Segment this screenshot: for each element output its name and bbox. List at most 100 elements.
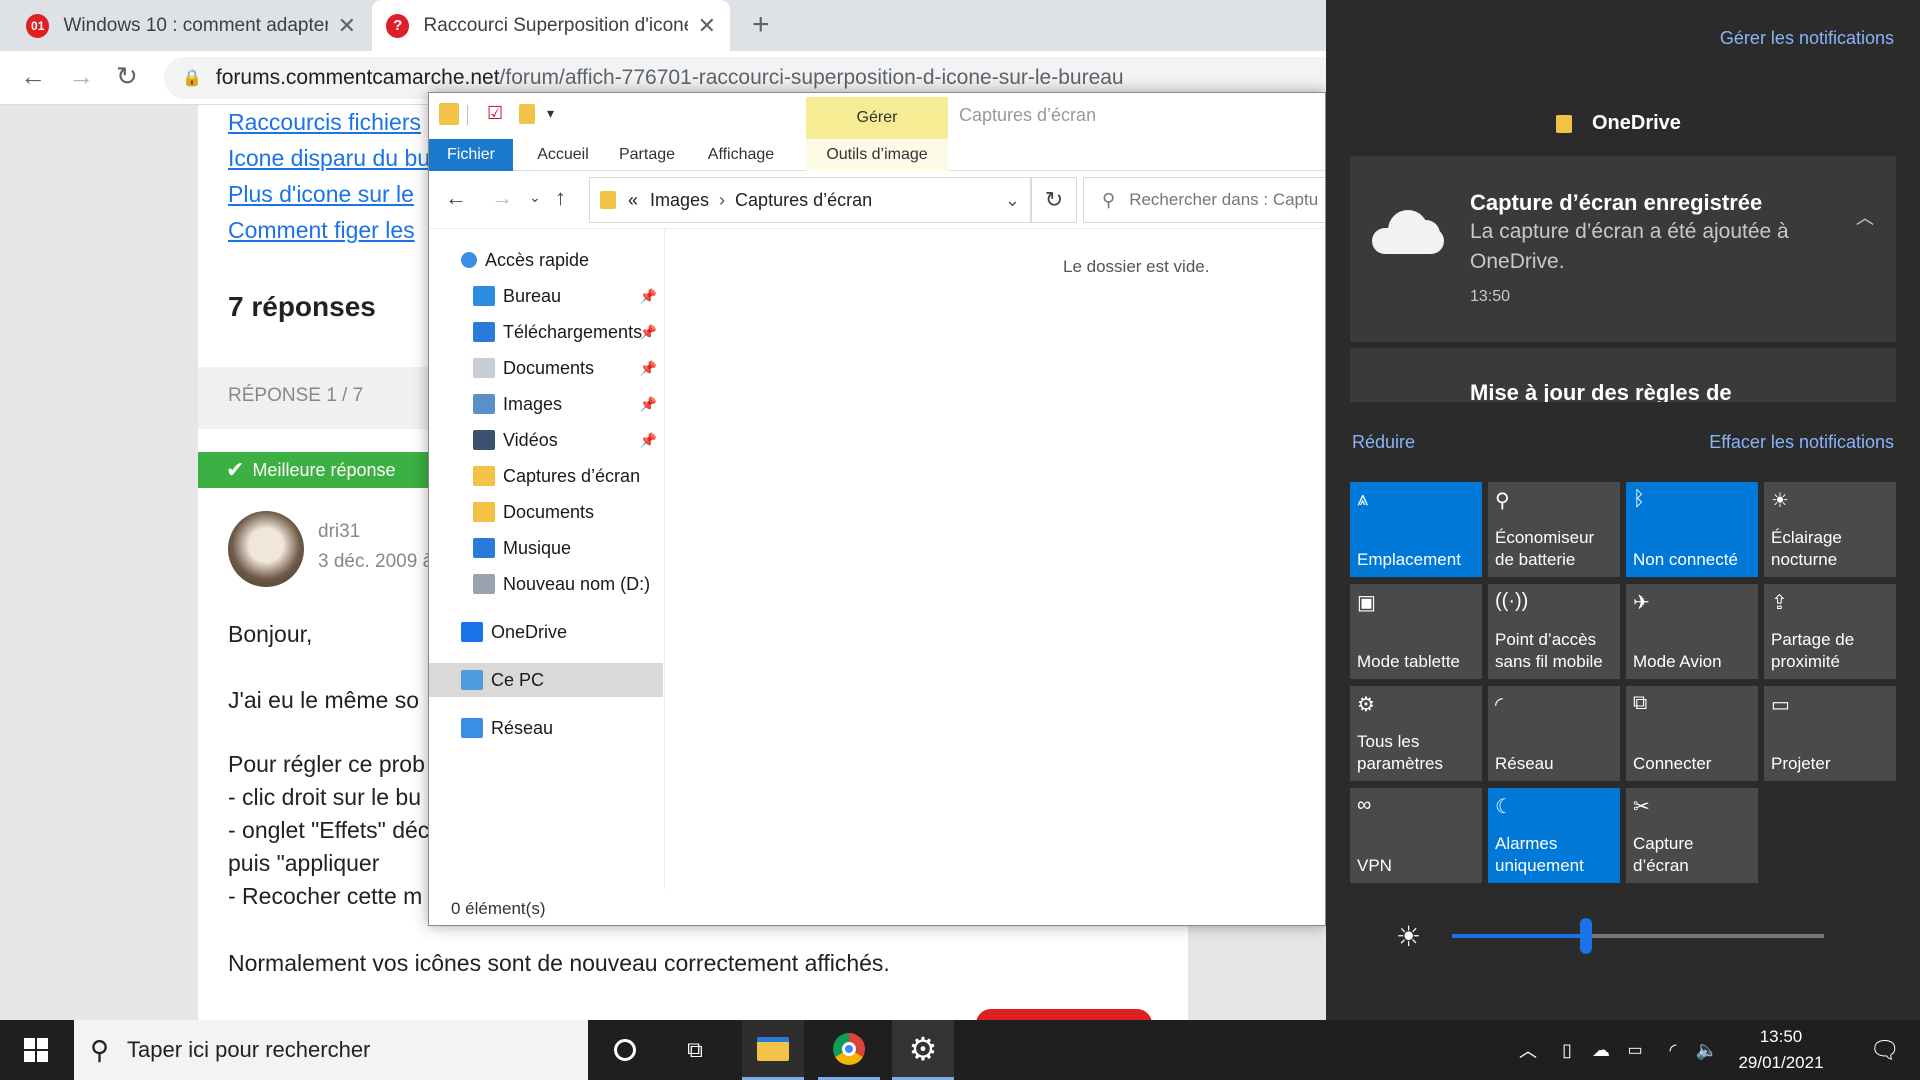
quick-action-tile[interactable]: ⚙ Tous les paramètres [1350, 686, 1482, 781]
nav-item[interactable]: Ce PC [429, 663, 663, 697]
tray-device-icon[interactable]: ▯ [1552, 1020, 1582, 1080]
tray-wifi-icon[interactable]: ◜ [1658, 1020, 1688, 1080]
related-link-2[interactable]: Icone disparu du bu [228, 145, 430, 172]
quick-action-tile[interactable]: ⇪ Partage de proximité [1764, 584, 1896, 679]
quick-action-tile[interactable]: ▭ Projeter [1764, 686, 1896, 781]
pin-icon[interactable]: 📌 [640, 288, 657, 305]
quick-action-tile[interactable]: ▣ Mode tablette [1350, 584, 1482, 679]
brightness-thumb[interactable] [1579, 918, 1592, 954]
tab-affichage[interactable]: Affichage [693, 139, 789, 171]
browser-tab-2[interactable]: ? Raccourci Superposition d'icone ✕ [372, 0, 730, 51]
quick-action-tile[interactable]: ⩓ Emplacement [1350, 482, 1482, 577]
forward-arrow-icon[interactable]: → [68, 61, 94, 92]
back-arrow-icon[interactable]: ← [20, 61, 46, 92]
tab-fichier[interactable]: Fichier [429, 139, 513, 171]
pin-icon[interactable]: 📌 [640, 396, 657, 413]
browser-tab-1[interactable]: 01 Windows 10 : comment adapter l ✕ [12, 0, 370, 51]
recent-dropdown-icon[interactable]: ⌄ [529, 189, 541, 206]
quick-action-tile[interactable]: ⚲ Économiseur de batterie [1488, 482, 1620, 577]
brightness-slider[interactable] [1452, 918, 1824, 954]
address-dropdown-icon[interactable]: ⌄ [1005, 190, 1020, 211]
nav-item[interactable]: Documents [473, 495, 663, 529]
new-folder-icon[interactable] [519, 104, 535, 124]
quick-action-label-line1: Économiseur [1495, 528, 1595, 547]
nav-item[interactable]: Documents 📌 [473, 351, 663, 385]
search-icon: ⚲ [1102, 189, 1116, 210]
nav-item[interactable]: Accès rapide [461, 243, 663, 277]
qat-separator [467, 105, 468, 125]
related-link-1[interactable]: Raccourcis fichiers [228, 109, 421, 136]
breadcrumb-images[interactable]: Images [650, 190, 709, 211]
manage-contextual-tab[interactable]: Gérer [806, 97, 948, 139]
collapse-chevron-icon[interactable]: ︿ [1856, 204, 1874, 230]
download-icon [473, 322, 495, 342]
tab-outils-image[interactable]: Outils d’image [806, 139, 948, 171]
nav-item[interactable]: Vidéos 📌 [473, 423, 663, 457]
task-view-button[interactable]: ⧉ [664, 1020, 726, 1080]
author-name[interactable]: dri31 [318, 521, 360, 543]
notification-card-2[interactable]: Mise à jour des règles de [1350, 348, 1896, 402]
tray-onedrive-icon[interactable]: ☁ [1586, 1020, 1616, 1080]
chevron-up-icon: ︿ [1519, 1041, 1537, 1061]
nav-item[interactable]: Téléchargements 📌 [473, 315, 663, 349]
quick-action-tile[interactable]: ◜ Réseau [1488, 686, 1620, 781]
show-hidden-icons[interactable]: ︿ [1514, 1020, 1542, 1080]
avatar[interactable] [228, 511, 304, 587]
related-link-3[interactable]: Plus d'icone sur le [228, 181, 414, 208]
forward-arrow-icon[interactable]: → [491, 185, 513, 211]
nav-item[interactable]: OneDrive [461, 615, 663, 649]
manage-notifications-link[interactable]: Gérer les notifications [1720, 28, 1894, 49]
nav-item[interactable]: Images 📌 [473, 387, 663, 421]
explorer-address-bar[interactable]: « Images › Captures d’écran ⌄ [589, 177, 1031, 223]
qat-dropdown-icon[interactable]: ▾ [547, 105, 554, 122]
nav-item-label: OneDrive [491, 621, 568, 642]
taskbar-settings[interactable]: ⚙ [892, 1020, 954, 1080]
tab-accueil[interactable]: Accueil [521, 139, 605, 171]
taskbar-file-explorer[interactable] [742, 1020, 804, 1080]
notification-card[interactable]: Capture d’écran enregistrée La capture d… [1350, 156, 1896, 342]
pin-icon[interactable]: 📌 [640, 432, 657, 449]
onedrive-app-header: OneDrive [1556, 112, 1681, 135]
action-center-button[interactable]: 🗨 [1850, 1020, 1920, 1080]
tray-volume-icon[interactable]: 🔈 [1692, 1020, 1722, 1080]
cortana-button[interactable] [594, 1020, 656, 1080]
post-line: Bonjour, [228, 621, 313, 647]
quick-action-tile[interactable]: ☀ Éclairage nocturne [1764, 482, 1896, 577]
reload-icon[interactable]: ↻ [116, 61, 138, 92]
nav-item[interactable]: Captures d’écran [473, 459, 663, 493]
pin-icon[interactable]: 📌 [640, 360, 657, 377]
tab-partage[interactable]: Partage [605, 139, 689, 171]
explorer-search-box[interactable]: ⚲ Rechercher dans : Captu [1083, 177, 1325, 223]
nav-item-label: Documents [503, 501, 595, 522]
close-tab-icon[interactable]: ✕ [338, 13, 356, 39]
tray-battery-icon[interactable]: ▭ [1620, 1020, 1650, 1080]
nav-item[interactable]: Bureau 📌 [473, 279, 663, 313]
back-arrow-icon[interactable]: ← [445, 185, 467, 211]
taskbar-search-box[interactable]: ⚲ Taper ici pour rechercher [74, 1020, 588, 1080]
refresh-button[interactable]: ↻ [1031, 177, 1077, 223]
quick-action-tile[interactable]: ∞ VPN [1350, 788, 1482, 883]
nav-item[interactable]: Musique [473, 531, 663, 565]
breadcrumb-captures[interactable]: Captures d’écran [735, 190, 872, 211]
quick-action-tile[interactable]: ✂ Capture d’écran [1626, 788, 1758, 883]
related-link-4[interactable]: Comment figer les [228, 217, 415, 244]
quick-action-tile[interactable]: ᛒ Non connecté [1626, 482, 1758, 577]
quick-action-tile[interactable]: ☾ Alarmes uniquement [1488, 788, 1620, 883]
notification-body-line2: OneDrive. [1470, 250, 1565, 273]
breadcrumb-overflow[interactable]: « [628, 190, 638, 211]
properties-icon[interactable]: ☑ [487, 103, 503, 124]
quick-action-tile[interactable]: ✈ Mode Avion [1626, 584, 1758, 679]
pin-icon[interactable]: 📌 [640, 324, 657, 341]
quick-action-tile[interactable]: ((·)) Point d’accès sans fil mobile [1488, 584, 1620, 679]
clear-notifications-link[interactable]: Effacer les notifications [1709, 432, 1894, 453]
new-tab-button[interactable]: + [752, 8, 770, 42]
close-tab-icon[interactable]: ✕ [698, 13, 716, 39]
taskbar-chrome[interactable] [818, 1020, 880, 1080]
nav-item[interactable]: Nouveau nom (D:) [473, 567, 663, 601]
collapse-link[interactable]: Réduire [1352, 432, 1415, 453]
start-button[interactable] [0, 1020, 72, 1080]
nav-item[interactable]: Réseau [461, 711, 663, 745]
quick-action-tile[interactable]: ⧉ Connecter [1626, 686, 1758, 781]
up-arrow-icon[interactable]: ↑ [555, 185, 566, 211]
taskbar-clock[interactable]: 13:50 29/01/2021 [1720, 1024, 1842, 1076]
